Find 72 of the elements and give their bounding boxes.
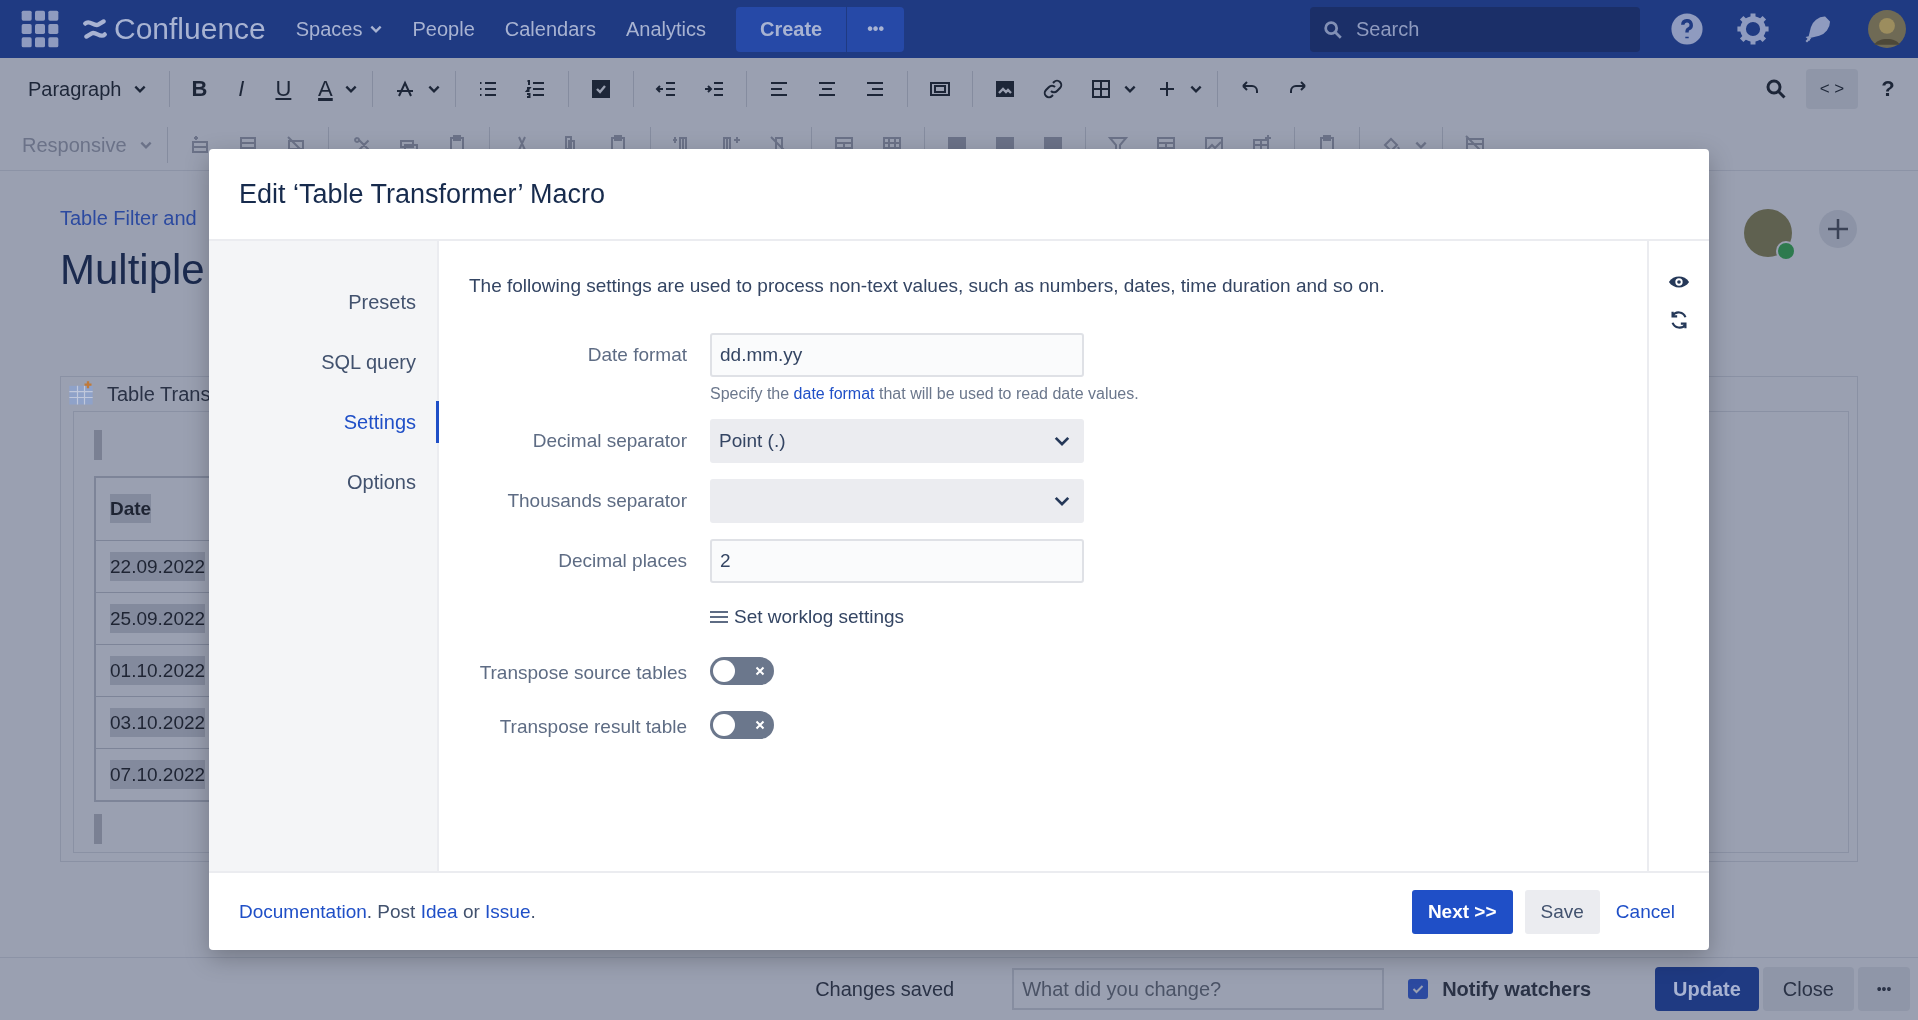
field-label: Thousands separator — [506, 489, 687, 513]
toggle-switch[interactable] — [710, 657, 774, 685]
dialog-nav-tab[interactable]: Settings — [209, 401, 439, 443]
logo-text[interactable]: Confluence — [114, 12, 266, 46]
dialog-title: Edit ‘Table Transformer’ Macro — [239, 178, 606, 210]
field-label: Decimal separator — [531, 429, 687, 453]
close-icon — [754, 719, 766, 731]
dialog-nav-tab[interactable]: SQL query — [209, 341, 439, 383]
documentation-link[interactable]: Documentation — [239, 900, 367, 922]
text-cursor-marker — [94, 430, 102, 460]
refresh-icon[interactable] — [1668, 309, 1690, 331]
dialog-footer-text: Documentation. Post Idea or Issue. — [239, 900, 536, 923]
create-button[interactable]: Create — [736, 6, 848, 52]
search-field[interactable]: Search — [1310, 6, 1640, 52]
help-button[interactable]: ? — [1870, 75, 1906, 103]
table-cell: 22.09.2022 — [110, 551, 206, 581]
issue-link[interactable]: Issue — [485, 900, 531, 922]
nav-menu-item[interactable]: Spaces — [295, 17, 383, 41]
add-icon[interactable] — [1818, 209, 1858, 249]
logo-icon[interactable] — [82, 16, 108, 42]
notify-label: Notify watchers — [1442, 977, 1592, 1001]
help-icon[interactable] — [1670, 12, 1704, 46]
dialog-nav-tab[interactable]: Presets — [209, 281, 439, 323]
format-button[interactable]: I — [226, 76, 257, 102]
field-label: Date format — [586, 343, 687, 367]
text-input-field[interactable]: 2 — [710, 539, 1084, 583]
nav-menu-item[interactable]: Calendars — [504, 17, 596, 41]
field-help-text: Specify the date format that will be used to read date values. — [710, 385, 1139, 403]
save-button[interactable]: Save — [1524, 889, 1600, 934]
field-label: Transpose result table — [498, 715, 687, 739]
cancel-link[interactable]: Cancel — [1611, 889, 1679, 934]
table-cell: 25.09.2022 — [110, 603, 206, 633]
user-avatar[interactable] — [1868, 10, 1906, 48]
comment-field[interactable]: What did you change? — [1012, 968, 1385, 1010]
table-cell: 07.10.2022 — [110, 759, 206, 789]
field-label: Transpose source tables — [478, 661, 687, 685]
table-header-cell: Date — [110, 494, 152, 523]
menu-icon — [710, 610, 728, 624]
nav-menu-item[interactable]: People — [412, 17, 475, 41]
field-label: Decimal places — [557, 549, 687, 573]
page-title: Multiple — [60, 246, 205, 294]
select-dropdown[interactable]: Point (.) — [710, 419, 1084, 463]
format-button[interactable]: B — [184, 76, 215, 102]
format-button[interactable]: U — [268, 76, 299, 102]
text-cursor-marker — [94, 814, 102, 844]
dialog-nav-tab[interactable]: Options — [209, 461, 439, 503]
paragraph-style-dropdown[interactable]: Paragraph — [28, 77, 148, 101]
toggle-switch[interactable] — [710, 711, 774, 739]
worklog-settings-link[interactable]: Set worklog settings — [710, 599, 905, 635]
table-icon — [67, 380, 95, 408]
help-link[interactable]: date format — [793, 385, 875, 402]
table-cell: 03.10.2022 — [110, 707, 206, 737]
more-button[interactable]: ••• — [847, 6, 905, 52]
nav-menu-item[interactable]: Analytics — [625, 17, 706, 41]
close-button[interactable]: Close — [1762, 967, 1854, 1011]
close-icon — [754, 665, 766, 677]
more-button[interactable]: ••• — [1858, 967, 1910, 1011]
settings-description: The following settings are used to process non-text values, such as numbers, dates, time duration and so on. — [469, 275, 1386, 297]
update-button[interactable]: Update — [1655, 967, 1759, 1011]
text-color-button[interactable]: A — [310, 76, 341, 102]
source-editor-button[interactable]: < > — [1806, 69, 1858, 109]
app-switcher-icon[interactable] — [20, 9, 60, 49]
next-button[interactable]: Next >> — [1411, 889, 1513, 934]
save-status: Changes saved — [815, 977, 955, 1001]
search-icon — [1322, 18, 1344, 41]
breadcrumb-link[interactable]: Table Filter and — [60, 207, 205, 230]
notify-checkbox[interactable] — [1408, 979, 1429, 999]
table-cell: 01.10.2022 — [110, 655, 206, 685]
idea-link[interactable]: Idea — [420, 900, 458, 922]
text-input-field[interactable]: dd.mm.yy — [710, 333, 1084, 377]
settings-icon[interactable] — [1736, 12, 1770, 46]
macro-title: Table Trans — [107, 382, 211, 406]
